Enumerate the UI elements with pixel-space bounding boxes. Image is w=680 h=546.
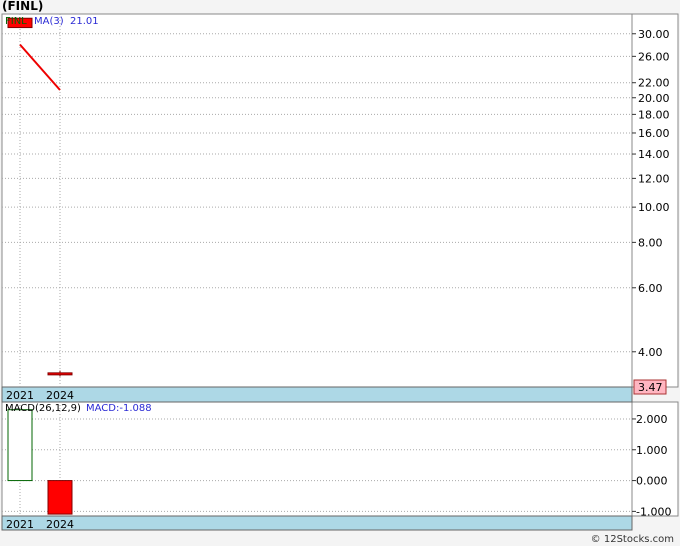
macd-value-label: MACD:-1.088 (86, 403, 152, 414)
macd-bar (7, 409, 33, 482)
watermark: © 12Stocks.com (590, 534, 674, 545)
price-tick-label: 20.00 (638, 92, 670, 105)
price-date-band (1, 386, 633, 403)
last-price-label: 3.47 (638, 381, 663, 394)
price-tick-label: 6.00 (638, 282, 663, 295)
macd-date-band (1, 515, 633, 531)
price-panel (1, 13, 633, 388)
price-tick-label: 12.00 (638, 172, 670, 185)
candle-body (47, 372, 73, 376)
price-tick-label: 4.00 (638, 346, 663, 359)
price-x-label: 2024 (46, 389, 74, 402)
macd-tick-label: -1.000 (636, 505, 671, 518)
price-tick-label: 26.00 (638, 50, 670, 63)
macd-bar (47, 480, 73, 515)
macd-tick-label: 1.000 (636, 444, 668, 457)
price-tick-label: 16.00 (638, 127, 670, 140)
price-tick-label: 8.00 (638, 236, 663, 249)
price-tick-label: 10.00 (638, 201, 670, 214)
macd-tick-label: 0.000 (636, 475, 668, 488)
legend-ma-label: MA(3) (34, 16, 64, 27)
chart-svg: 30.00 26.00 22.00 20.00 18.00 16.00 14.00 12.00… (1, 13, 679, 531)
price-tick-label: 22.00 (638, 77, 670, 90)
macd-tick-label: 2.000 (636, 413, 668, 426)
macd-title: MACD(26,12,9) (5, 403, 81, 414)
price-x-label: 2021 (6, 389, 34, 402)
price-tick-label: 14.00 (638, 148, 670, 161)
macd-x-label: 2021 (6, 518, 34, 531)
price-tick-label: 18.00 (638, 108, 670, 121)
legend-symbol: FINL (5, 16, 27, 27)
price-tick-label: 30.00 (638, 28, 670, 41)
legend-ma-value: 21.01 (70, 16, 99, 27)
macd-x-label: 2024 (46, 518, 74, 531)
